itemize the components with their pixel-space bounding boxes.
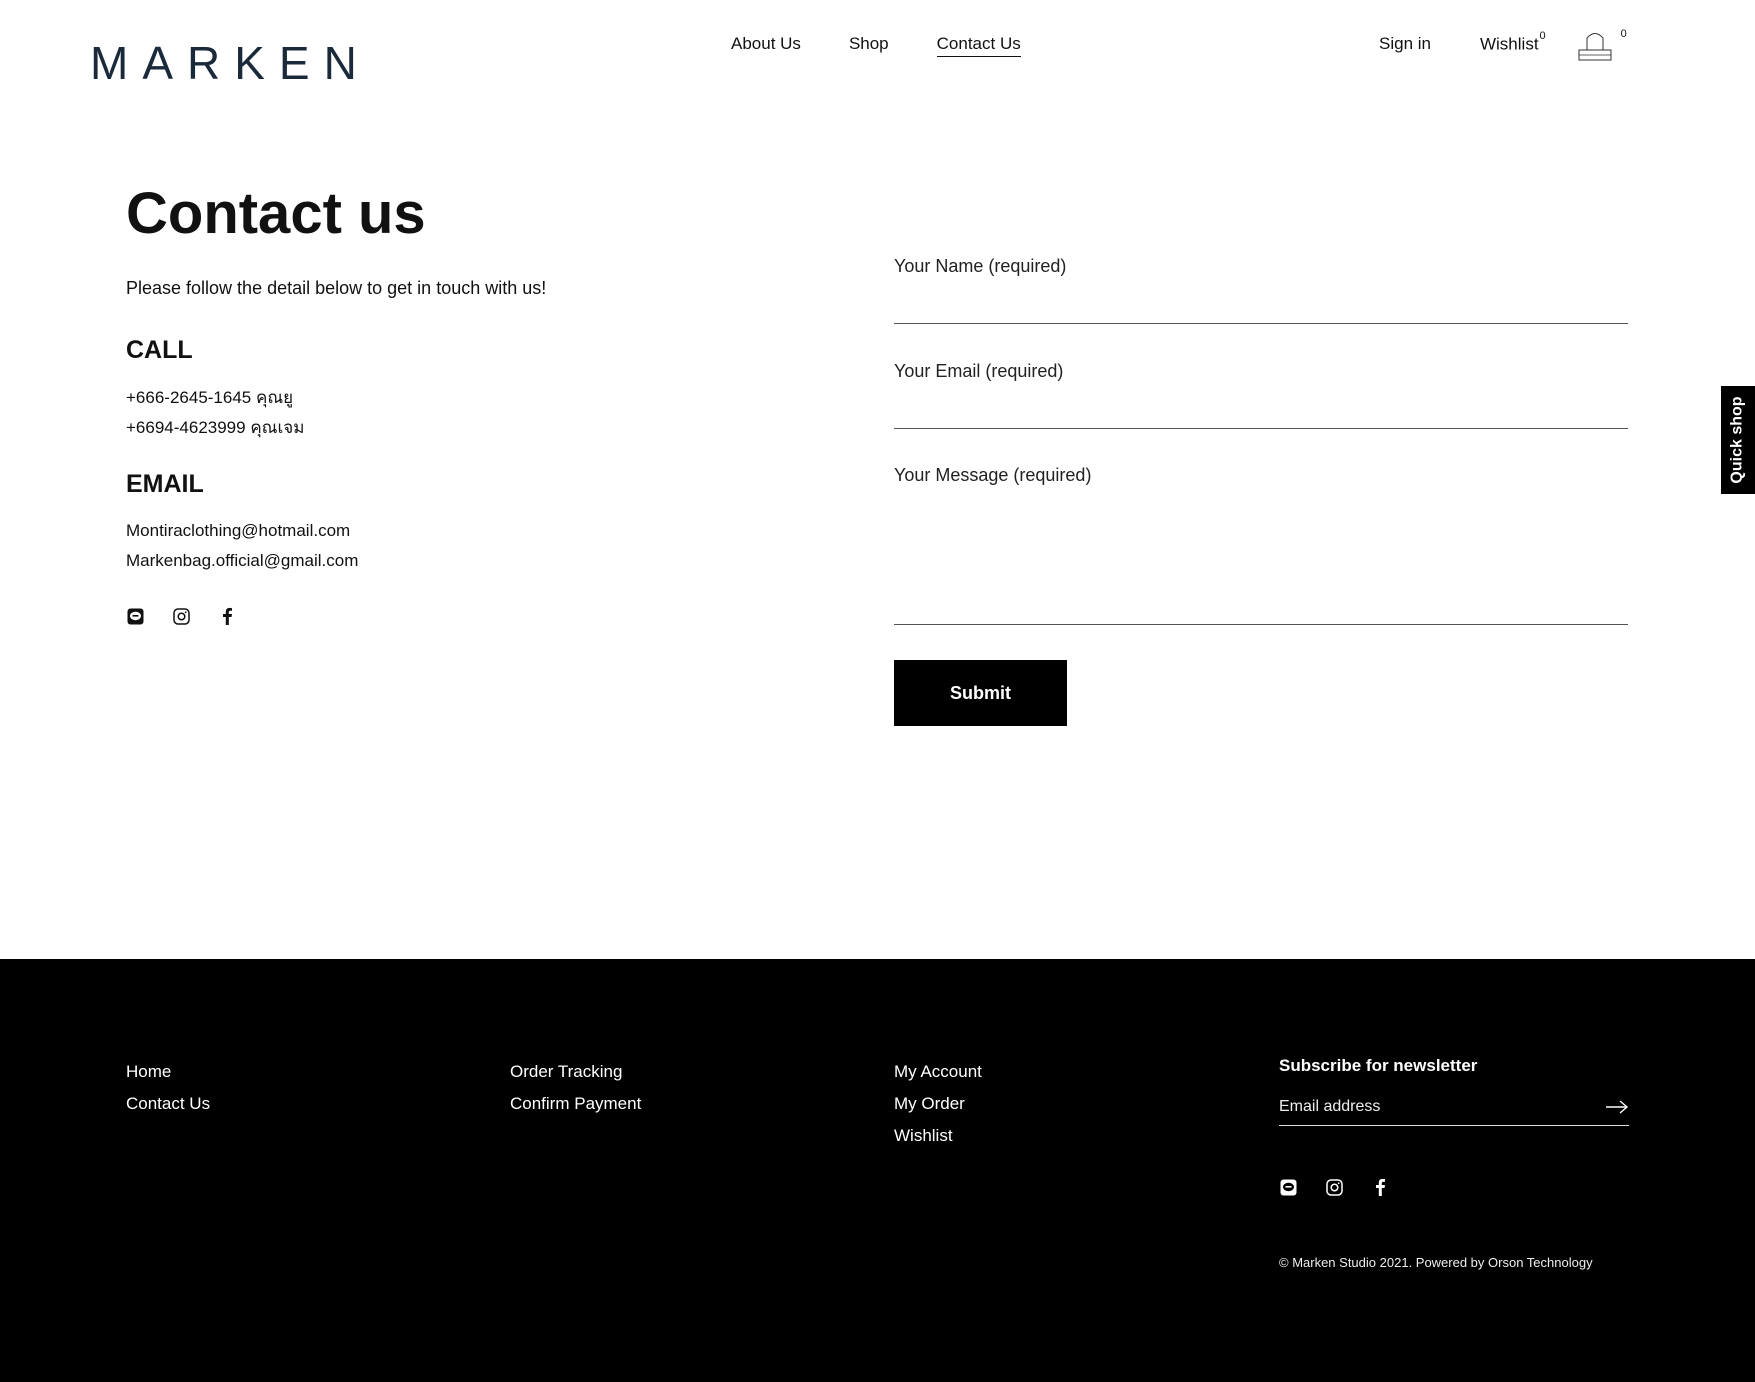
site-footer: Home Contact Us Order Tracking Confirm P…: [0, 959, 1755, 1382]
email-address[interactable]: Montiraclothing@hotmail.com: [126, 516, 358, 546]
wishlist-label: Wishlist: [1479, 34, 1539, 54]
footer-link-my-account[interactable]: My Account: [894, 1056, 982, 1088]
cart-count: 0: [1620, 28, 1627, 40]
footer-link-my-order[interactable]: My Order: [894, 1088, 982, 1120]
email-field[interactable]: [894, 395, 1628, 429]
arrow-right-icon[interactable]: [1605, 1099, 1629, 1115]
footer-link-order-tracking[interactable]: Order Tracking: [510, 1056, 641, 1088]
newsletter-row: [1279, 1094, 1629, 1126]
message-field[interactable]: [894, 499, 1628, 625]
email-address[interactable]: Markenbag.official@gmail.com: [126, 546, 358, 576]
footer-link-home[interactable]: Home: [126, 1056, 210, 1088]
nav-about-us[interactable]: About Us: [731, 34, 801, 57]
phone-number[interactable]: +6694-4623999 คุณเจม: [126, 413, 304, 443]
line-icon[interactable]: [1279, 1178, 1297, 1196]
facebook-icon[interactable]: [1371, 1178, 1389, 1196]
main-nav: About Us Shop Contact Us: [731, 34, 1021, 57]
phone-number[interactable]: +666-2645-1645 คุณยู: [126, 383, 304, 413]
quick-shop-tab[interactable]: Quick shop: [1721, 386, 1755, 494]
phone-list: +666-2645-1645 คุณยู +6694-4623999 คุณเจ…: [126, 383, 304, 443]
name-field-label: Your Name (required): [894, 256, 1067, 276]
page-title: Contact us: [126, 181, 426, 246]
email-list: Montiraclothing@hotmail.com Markenbag.of…: [126, 516, 358, 576]
bag-icon: [1578, 33, 1612, 61]
facebook-icon[interactable]: [218, 607, 236, 625]
contact-social-links: [126, 607, 236, 625]
footer-link-confirm-payment[interactable]: Confirm Payment: [510, 1088, 641, 1120]
submit-button[interactable]: Submit: [894, 660, 1067, 726]
footer-links-orders: Order Tracking Confirm Payment: [510, 1056, 641, 1120]
name-field[interactable]: [894, 290, 1628, 324]
instagram-icon[interactable]: [1325, 1178, 1343, 1196]
email-field-label: Your Email (required): [894, 361, 1064, 381]
quick-shop-label: Quick shop: [1729, 396, 1746, 484]
message-field-label: Your Message (required): [894, 465, 1092, 485]
newsletter-title: Subscribe for newsletter: [1279, 1056, 1478, 1075]
email-heading: EMAIL: [126, 470, 204, 498]
nav-contact-us[interactable]: Contact Us: [936, 34, 1021, 57]
cart-button[interactable]: 0: [1575, 28, 1627, 62]
site-header: MARKEN About Us Shop Contact Us Sign in …: [0, 0, 1755, 110]
newsletter-email-input[interactable]: [1279, 1094, 1579, 1120]
wishlist-count: 0: [1539, 30, 1546, 42]
footer-links-main: Home Contact Us: [126, 1056, 210, 1120]
copyright-text: © Marken Studio 2021. Powered by Orson T…: [1279, 1255, 1593, 1270]
instagram-icon[interactable]: [172, 607, 190, 625]
site-logo[interactable]: MARKEN: [90, 36, 371, 90]
call-heading: CALL: [126, 336, 193, 364]
sign-in-link[interactable]: Sign in: [1379, 34, 1431, 54]
nav-shop[interactable]: Shop: [849, 34, 889, 57]
footer-link-contact-us[interactable]: Contact Us: [126, 1088, 210, 1120]
wishlist-link[interactable]: Wishlist0: [1479, 30, 1546, 55]
footer-link-wishlist[interactable]: Wishlist: [894, 1120, 982, 1152]
line-icon[interactable]: [126, 607, 144, 625]
page-intro: Please follow the detail below to get in…: [126, 278, 547, 298]
header-actions: Sign in Wishlist0 0: [1379, 28, 1627, 66]
footer-links-account: My Account My Order Wishlist: [894, 1056, 982, 1152]
newsletter: Subscribe for newsletter: [1279, 1056, 1629, 1126]
footer-social-links: [1279, 1178, 1389, 1196]
